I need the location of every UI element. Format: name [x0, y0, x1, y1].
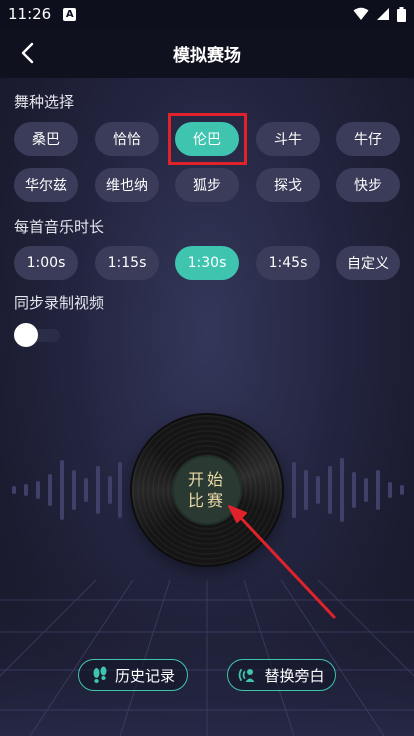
dance-chip-foxtrot[interactable]: 狐步	[175, 168, 239, 202]
replace-narration-button[interactable]: 替换旁白	[227, 659, 336, 691]
cellular-signal-icon	[377, 8, 389, 20]
notification-a-icon: A	[63, 7, 77, 21]
status-icons	[353, 6, 406, 22]
history-label: 历史记录	[114, 666, 175, 685]
back-button[interactable]	[12, 38, 42, 68]
page-title: 模拟赛场	[173, 45, 241, 66]
dance-chip-jive[interactable]: 牛仔	[336, 122, 400, 156]
duration-chip-1-15[interactable]: 1:15s	[95, 246, 159, 280]
dance-chip-paso-doble[interactable]: 斗牛	[256, 122, 320, 156]
simulated-competition-screen: 11:26 A 模拟赛场 舞种选择 桑巴 恰恰 伦巴 斗牛 牛仔 华尔兹 维也纳…	[0, 0, 414, 736]
start-button-line2: 比赛	[187, 491, 226, 510]
wifi-icon	[353, 7, 369, 20]
narration-label: 替换旁白	[264, 666, 325, 685]
dance-chip-samba[interactable]: 桑巴	[14, 122, 78, 156]
dance-chip-quickstep[interactable]: 快步	[336, 168, 400, 202]
dance-type-label: 舞种选择	[14, 93, 75, 111]
duration-chip-1-00[interactable]: 1:00s	[14, 246, 78, 280]
voice-wave-icon	[239, 669, 255, 682]
dance-chip-tango[interactable]: 探戈	[256, 168, 320, 202]
header-bar: 模拟赛场	[0, 28, 414, 78]
battery-icon	[397, 6, 406, 22]
dance-chip-waltz[interactable]: 华尔兹	[14, 168, 78, 202]
record-video-toggle[interactable]	[14, 323, 60, 347]
status-bar: 11:26 A	[0, 0, 414, 28]
dance-chip-rumba[interactable]: 伦巴	[175, 122, 239, 156]
history-button[interactable]: 历史记录	[78, 659, 188, 691]
dance-chip-chacha[interactable]: 恰恰	[95, 122, 159, 156]
start-competition-button[interactable]: 开始 比赛	[172, 455, 242, 525]
dance-chip-viennese[interactable]: 维也纳	[95, 168, 159, 202]
stage-floor-grid	[0, 560, 414, 736]
record-video-label: 同步录制视频	[14, 294, 105, 312]
footprints-icon	[93, 666, 107, 683]
duration-label: 每首音乐时长	[14, 218, 105, 236]
chevron-left-icon	[21, 42, 34, 64]
duration-chip-custom[interactable]: 自定义	[336, 246, 400, 280]
duration-chip-1-30[interactable]: 1:30s	[175, 246, 239, 280]
start-button-line1: 开始	[187, 470, 226, 489]
duration-chip-1-45[interactable]: 1:45s	[256, 246, 320, 280]
status-time: 11:26	[8, 5, 52, 23]
toggle-knob	[14, 323, 38, 347]
